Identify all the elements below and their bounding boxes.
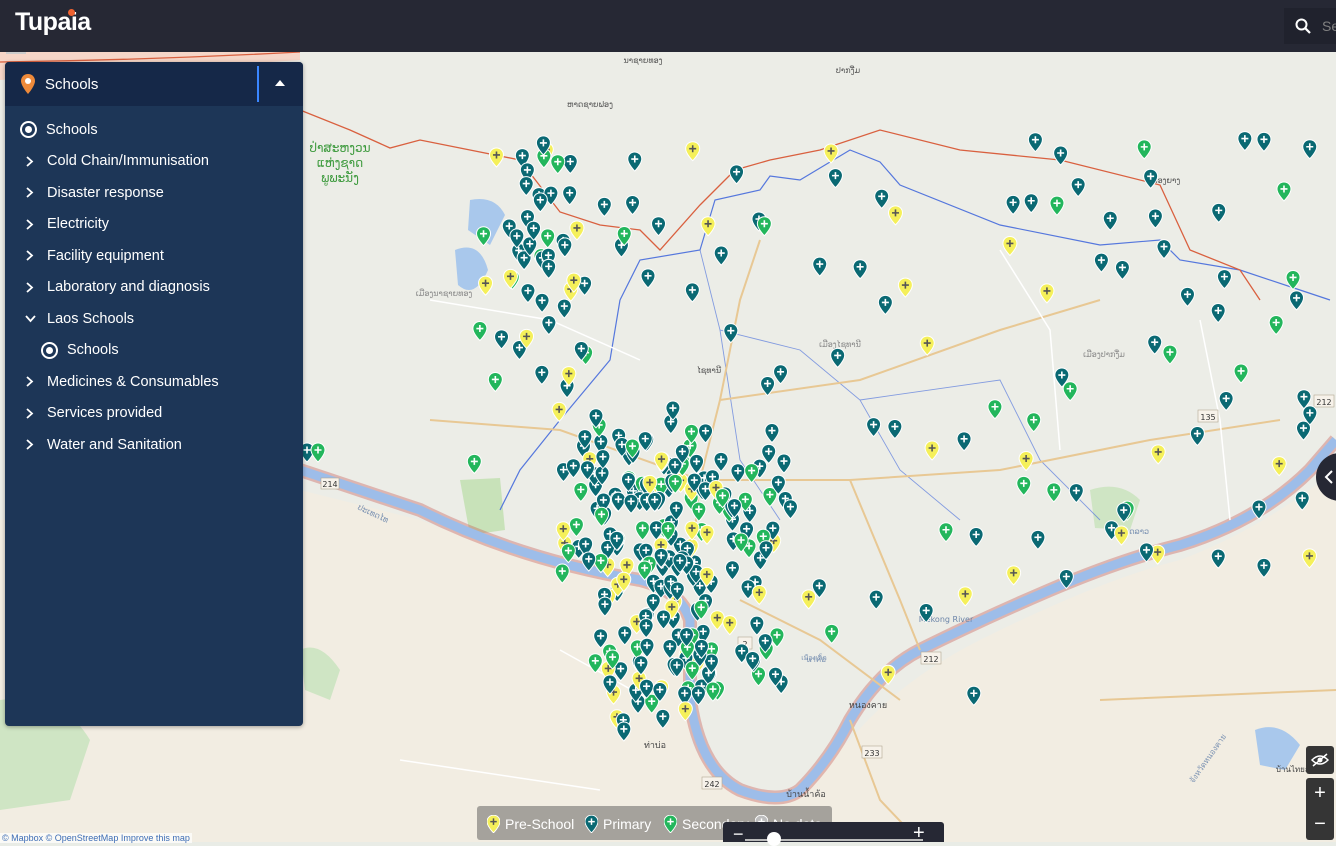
header-separator — [257, 66, 259, 102]
layer-menu-label: Facility equipment — [47, 247, 164, 264]
road-shield: 242 — [701, 776, 723, 790]
road-shield: 212 — [920, 651, 942, 665]
map-label: ປາກງື່ມ — [836, 65, 861, 75]
layer-menu-item[interactable]: Laboratory and diagnosis — [5, 272, 303, 304]
legend-label: Pre-School — [505, 816, 575, 832]
chevron-right-icon — [23, 439, 37, 450]
legend-pin-icon — [487, 815, 500, 833]
svg-text:212: 212 — [923, 655, 938, 664]
layer-menu: Schools Cold Chain/Immunisation Disaster r… — [5, 114, 303, 461]
legend-pin-icon — [585, 815, 598, 833]
svg-text:135: 135 — [1200, 413, 1215, 422]
layer-menu-item[interactable]: Services provided — [5, 398, 303, 430]
road-shield: 214 — [320, 477, 340, 490]
chevron-right-icon — [23, 408, 37, 419]
layer-menu-item[interactable]: Facility equipment — [5, 240, 303, 272]
search-box[interactable]: Se — [1284, 8, 1336, 44]
chevron-right-icon — [23, 219, 37, 230]
top-bar: Tupaia Se — [0, 0, 1336, 52]
map-label: หนองคาย — [849, 701, 887, 711]
chevron-down-icon — [23, 315, 37, 323]
divider — [6, 52, 26, 54]
chevron-right-icon — [23, 376, 37, 387]
map-label: ປ່າສະຫງວນ — [309, 140, 370, 155]
collapse-panel-button[interactable] — [275, 80, 285, 86]
layer-selector-header[interactable]: Schools — [5, 62, 303, 106]
chevron-right-icon — [23, 250, 37, 261]
zoom-out-button[interactable]: − — [1306, 809, 1334, 840]
map-label: เมืองเล็ก — [801, 653, 827, 662]
svg-text:214: 214 — [322, 480, 337, 489]
search-input[interactable]: Se — [1322, 18, 1336, 34]
selected-layer-label: Schools — [45, 76, 99, 93]
zoom-controls: + − — [1306, 778, 1334, 840]
hide-layers-button[interactable] — [1306, 746, 1334, 774]
chevron-right-icon — [23, 187, 37, 198]
road-shield: 135 — [1197, 409, 1219, 423]
road-shield: 212 — [1313, 394, 1335, 408]
tupaia-logo[interactable]: Tupaia — [15, 8, 91, 37]
layer-menu-label: Disaster response — [47, 184, 164, 201]
layer-menu-label: Schools — [67, 342, 119, 359]
map-label: ເມືອງນາຊາຍທອງ — [416, 288, 473, 299]
road-shield: 233 — [861, 745, 883, 759]
map-label: ນາຊາຍທອງ — [623, 56, 662, 66]
svg-text:233: 233 — [864, 749, 879, 758]
date-slider-handle[interactable] — [767, 832, 781, 846]
legend-item[interactable]: Primary — [585, 815, 651, 833]
logo-dot-icon — [68, 9, 75, 16]
date-slider[interactable]: − + — [723, 822, 944, 846]
layer-menu-item[interactable]: Electricity — [5, 209, 303, 241]
layer-menu-item[interactable]: Schools — [5, 335, 303, 367]
map-label: ພູພະນັງ — [321, 171, 359, 186]
layer-menu-item[interactable]: Disaster response — [5, 177, 303, 209]
layer-menu-label: Cold Chain/Immunisation — [47, 153, 209, 170]
map-label: ท่าบ่อ — [644, 741, 666, 751]
layer-menu-item[interactable]: Cold Chain/Immunisation — [5, 146, 303, 178]
layer-menu-label: Services provided — [47, 405, 163, 422]
layer-menu-label: Water and Sanitation — [47, 436, 182, 453]
layer-menu-label: Electricity — [47, 216, 110, 233]
chevron-right-icon — [23, 282, 37, 293]
svg-text:242: 242 — [704, 780, 719, 789]
legend-item[interactable]: Pre-School — [487, 815, 574, 833]
layer-menu-item[interactable]: Water and Sanitation — [5, 429, 303, 461]
radio-selected-icon[interactable] — [20, 121, 37, 139]
layer-menu-item[interactable]: Schools — [5, 114, 303, 146]
svg-text:212: 212 — [1316, 398, 1331, 407]
map-label: ເມືອງປາກງື່ມ — [1083, 349, 1125, 359]
layer-panel: Schools Schools Cold Chain/Immunisation Di… — [5, 62, 303, 726]
map-label: ແຫ່ງຊາດ — [317, 156, 363, 170]
map-label: ໄຊທານີ — [697, 364, 721, 376]
map-label: ເມືອງໄຊທານີ — [819, 338, 861, 350]
layer-menu-label: Laos Schools — [47, 310, 135, 327]
map-label: ຫາດຊາຍຟອງ — [567, 100, 613, 110]
legend-label: Primary — [603, 816, 652, 832]
eye-off-icon — [1311, 753, 1329, 767]
layer-menu-item[interactable]: Medicines & Consumables — [5, 366, 303, 398]
layer-menu-item[interactable]: Laos Schools — [5, 303, 303, 335]
chevron-right-icon — [23, 156, 37, 167]
search-icon — [1295, 18, 1311, 34]
layer-menu-label: Schools — [46, 121, 98, 138]
chevron-left-icon — [1324, 470, 1333, 484]
layer-menu-label: Medicines & Consumables — [47, 373, 219, 390]
map-pin-icon — [21, 74, 35, 94]
legend-pin-icon — [664, 815, 677, 833]
zoom-in-button[interactable]: + — [1306, 778, 1334, 809]
layer-menu-label: Laboratory and diagnosis — [47, 279, 210, 296]
radio-selected-icon[interactable] — [41, 341, 58, 359]
